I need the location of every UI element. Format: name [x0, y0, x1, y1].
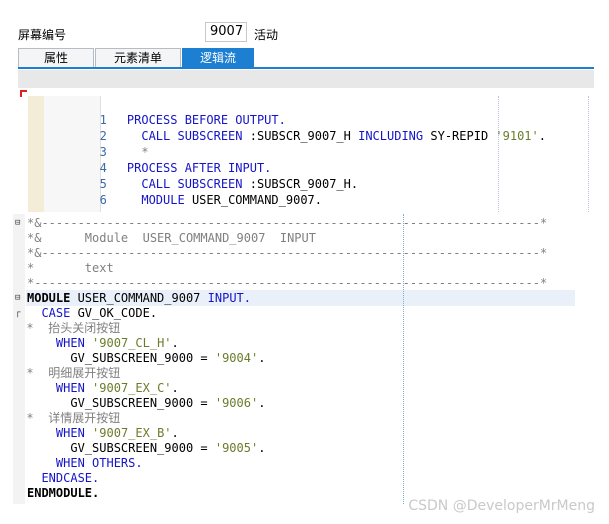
code-text: .	[171, 426, 179, 440]
code-line: 4 PROCESS AFTER INPUT.	[44, 144, 272, 175]
code-line: GV_SUBSCREEN_9000 = '9005'.	[27, 441, 265, 456]
code-line: CASE GV_OK_CODE.	[27, 306, 157, 321]
tab-attributes[interactable]: 属性	[18, 48, 94, 67]
code-line: 5 CALL SUBSCREEN :SUBSCR_9007_H.	[44, 160, 358, 191]
code-keyword: INCLUDING	[358, 129, 424, 143]
code-keyword: WHEN	[55, 381, 85, 395]
code-line: ENDCASE.	[27, 471, 99, 486]
code-text: :SUBSCR_9007_H	[242, 129, 359, 143]
code-string: '9007_EX_B'	[92, 426, 172, 440]
code-line: 3 *	[44, 128, 149, 159]
code-text: GV_SUBSCREEN_9000 =	[70, 396, 215, 410]
bookmark-corner-icon	[20, 90, 27, 97]
tab-strip: 属性 元素清单 逻辑流	[18, 48, 255, 67]
code-keyword: CASE	[41, 306, 71, 320]
watermark: CSDN @DeveloperMrMeng	[408, 498, 595, 514]
code-text: .	[171, 336, 179, 350]
code-keyword: ENDCASE.	[41, 471, 100, 485]
code-text: .	[258, 441, 266, 455]
banner-line: *&--------------------------------------…	[27, 216, 548, 230]
code-text: USER_COMMAND_9007	[70, 291, 208, 305]
code-keyword: WHEN	[55, 336, 85, 350]
code-line: MODULE USER_COMMAND_9007 INPUT.	[27, 291, 251, 306]
code-line: 2 CALL SUBSCREEN :SUBSCR_9007_H INCLUDIN…	[44, 112, 546, 143]
code-text: SY-REPID	[423, 129, 496, 143]
module-code-editor[interactable]: ⊟ *&------------------------------------…	[13, 214, 575, 504]
screen-number-field[interactable]: 9007	[205, 22, 247, 42]
code-text: .	[538, 129, 546, 143]
banner-line: * text	[27, 261, 114, 275]
code-comment: * 明细展开按钮	[27, 366, 121, 380]
flow-logic-editor[interactable]: 1 PROCESS BEFORE OUTPUT. 2 CALL SUBSCREEN…	[18, 88, 594, 214]
code-line: WHEN '9007_EX_C'.	[27, 381, 179, 396]
code-line: 1 PROCESS BEFORE OUTPUT.	[44, 96, 286, 127]
code-string: '9005'	[214, 441, 259, 455]
code-text: USER_COMMAND_9007.	[184, 193, 322, 207]
code-text: GV_SUBSCREEN_9000 =	[70, 441, 215, 455]
column-guide	[588, 96, 589, 212]
code-line: WHEN '9007_EX_B'.	[27, 426, 179, 441]
screen-number-label: 屏幕编号	[18, 28, 67, 42]
code-keyword: WHEN OTHERS.	[55, 456, 143, 470]
code-string: '9101'	[495, 129, 539, 143]
editor-toolbar-band	[18, 70, 594, 88]
code-text: .	[258, 351, 266, 365]
code-string: '9007_EX_C'	[92, 381, 172, 395]
tab-element-list[interactable]: 元素清单	[95, 48, 181, 67]
code-comment: * 抬头关闭按钮	[27, 321, 121, 335]
code-text: GV_SUBSCREEN_9000 =	[70, 351, 215, 365]
code-keyword: MODULE	[27, 291, 71, 305]
editor-margin	[28, 96, 44, 212]
code-line: ENDMODULE.	[27, 486, 99, 501]
line-number: 6	[99, 193, 107, 207]
code-line: GV_SUBSCREEN_9000 = '9004'.	[27, 351, 265, 366]
tab-underline	[18, 67, 594, 69]
code-string: '9004'	[214, 351, 259, 365]
code-keyword: ENDMODULE.	[27, 486, 100, 500]
fold-marker-icon[interactable]: ┌	[15, 308, 20, 318]
banner-line: *&--------------------------------------…	[27, 246, 548, 260]
code-line: 6 MODULE USER_COMMAND_9007.	[44, 176, 322, 207]
code-text: .	[171, 381, 179, 395]
code-comment: * 详情展开按钮	[27, 411, 121, 425]
code-text: .	[258, 396, 266, 410]
tab-flow-logic[interactable]: 逻辑流	[182, 48, 254, 67]
code-keyword: CALL SUBSCREEN	[141, 129, 243, 143]
code-keyword: WHEN	[55, 426, 85, 440]
banner-line: *& Module USER_COMMAND_9007 INPUT	[27, 231, 316, 245]
code-line: WHEN OTHERS.	[27, 456, 143, 471]
code-string: '9007_CL_H'	[92, 336, 172, 350]
code-text: GV_OK_CODE.	[70, 306, 158, 320]
code-string: '9006'	[214, 396, 259, 410]
code-keyword: INPUT.	[207, 291, 251, 305]
collapse-icon[interactable]: ⊟	[15, 218, 20, 228]
fold-gutter	[13, 214, 25, 504]
status-label: 活动	[254, 28, 279, 42]
code-keyword: MODULE	[141, 193, 185, 207]
banner-line: *---------------------------------------…	[27, 276, 548, 290]
code-line: GV_SUBSCREEN_9000 = '9006'.	[27, 396, 265, 411]
code-line: WHEN '9007_CL_H'.	[27, 336, 179, 351]
collapse-icon[interactable]: ⊟	[15, 293, 20, 303]
